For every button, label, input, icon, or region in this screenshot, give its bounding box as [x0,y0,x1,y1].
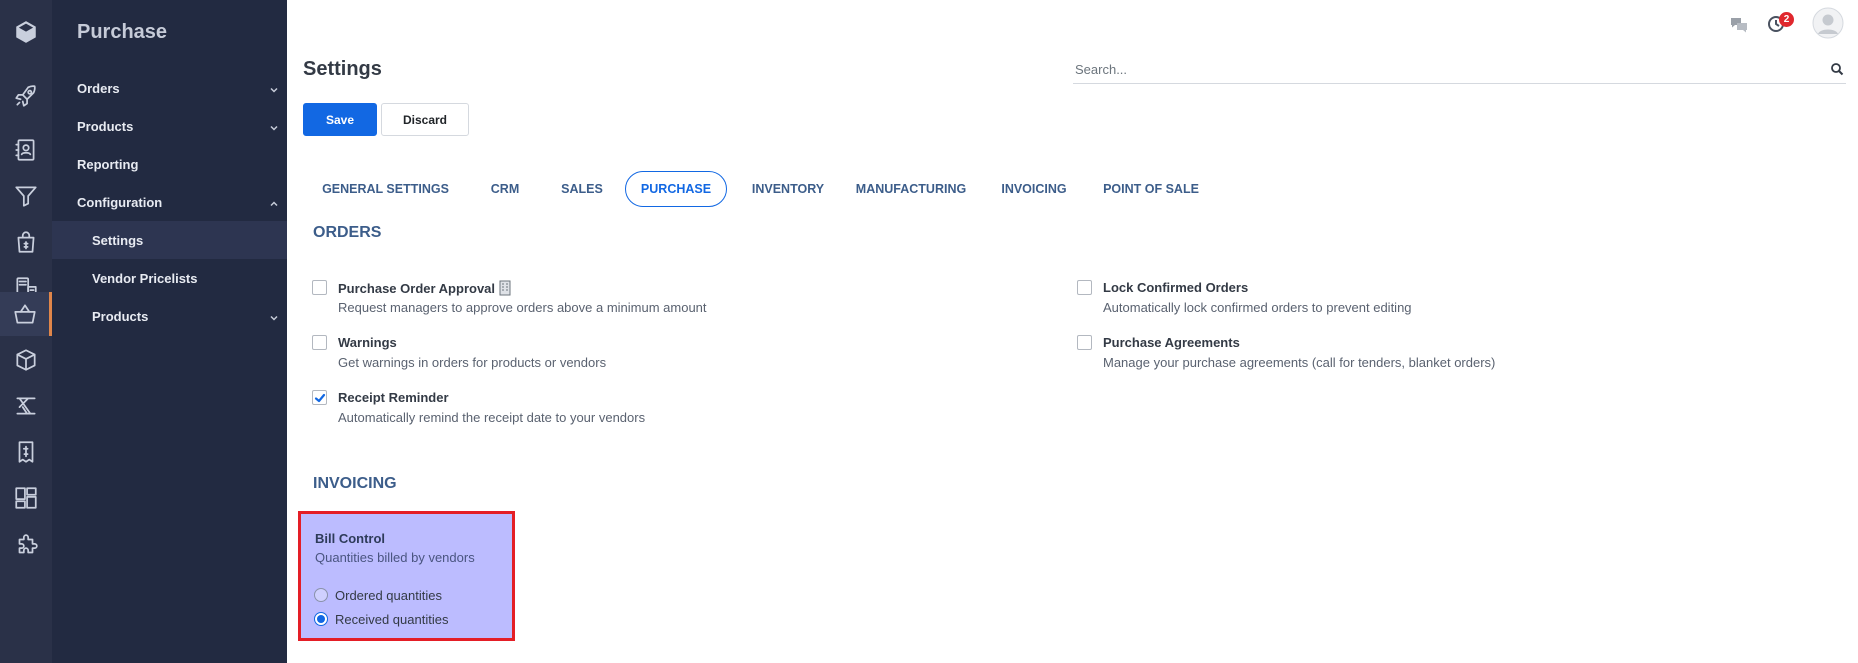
setting-title: Warnings [338,335,397,350]
setting-description: Automatically lock confirmed orders to p… [1103,300,1412,315]
page-title: Settings [303,58,382,80]
box-logo-icon[interactable] [0,10,52,54]
search-bar [1073,57,1846,84]
manufacturing-icon[interactable] [0,384,52,428]
setting-title: Purchase Agreements [1103,335,1240,350]
search-icon[interactable] [1830,62,1844,76]
purchase-agreements-checkbox[interactable] [1077,335,1092,350]
rocket-icon[interactable] [0,74,52,118]
tab-manufacturing[interactable]: MANUFACTURING [851,171,971,207]
ordered-quantities-option[interactable]: Ordered quantities [314,586,442,604]
receipt-reminder-checkbox[interactable] [312,390,327,405]
setting-title: Receipt Reminder [338,390,449,405]
tab-crm[interactable]: CRM [481,171,529,207]
chevron-up-icon [269,197,279,207]
contacts-icon[interactable] [0,128,52,172]
sidebar-item-label: Configuration [77,194,163,210]
invoice-icon[interactable] [0,430,52,474]
sidebar-item-label: Reporting [77,156,139,172]
lock-confirmed-orders-checkbox[interactable] [1077,280,1092,295]
sidebar-item-config-products[interactable]: Products [52,297,287,335]
purchase-order-approval-checkbox[interactable] [312,280,327,295]
chat-icon[interactable] [1729,14,1749,34]
tab-point-of-sale[interactable]: POINT OF SALE [1097,171,1205,207]
received-quantities-option[interactable]: Received quantities [314,610,448,628]
checkmark-icon [314,393,325,402]
chevron-down-icon [269,83,279,93]
sidebar: Purchase Orders Products Reporting Confi… [52,0,287,663]
sidebar-item-vendor-pricelists[interactable]: Vendor Pricelists [52,259,287,297]
setting-title: Purchase Order Approval [338,281,496,296]
sidebar-item-products[interactable]: Products [52,107,287,145]
app-rail [0,0,52,663]
bill-control-title: Bill Control [315,531,386,546]
ordered-quantities-radio[interactable] [314,588,328,602]
tab-invoicing[interactable]: INVOICING [989,171,1079,207]
sidebar-item-configuration[interactable]: Configuration [52,183,287,221]
setting-title: Lock Confirmed Orders [1103,280,1249,295]
warnings-checkbox[interactable] [312,335,327,350]
enterprise-icon [499,280,511,296]
sidebar-item-label: Vendor Pricelists [92,270,198,286]
shopping-bag-icon[interactable] [0,220,52,264]
sidebar-item-reporting[interactable]: Reporting [52,145,287,183]
tab-purchase[interactable]: PURCHASE [625,171,727,207]
discard-button[interactable]: Discard [381,103,469,136]
search-input[interactable] [1073,57,1813,81]
sidebar-item-label: Settings [92,232,144,248]
puzzle-icon[interactable] [0,524,52,568]
bill-control-setting: Bill Control Quantities billed by vendor… [298,511,515,641]
chevron-down-icon [269,311,279,321]
basket-icon[interactable] [0,292,52,336]
chevron-down-icon [269,121,279,131]
tab-general-settings[interactable]: GENERAL SETTINGS [303,171,468,207]
invoicing-section-title: INVOICING [313,475,397,492]
sidebar-item-label: Orders [77,80,120,96]
setting-description: Automatically remind the receipt date to… [338,410,646,425]
orders-section-title: ORDERS [313,224,382,241]
dashboard-icon[interactable] [0,476,52,520]
avatar[interactable] [1812,7,1844,39]
received-quantities-radio[interactable] [314,612,328,626]
package-icon[interactable] [0,338,52,382]
bill-control-description: Quantities billed by vendors [315,550,475,565]
setting-description: Manage your purchase agreements (call fo… [1103,355,1496,370]
tab-inventory[interactable]: INVENTORY [743,171,833,207]
funnel-icon[interactable] [0,174,52,218]
sidebar-item-label: Products [77,118,134,134]
sidebar-item-settings[interactable]: Settings [52,221,287,259]
activity-count-badge: 2 [1779,12,1794,27]
tab-sales[interactable]: SALES [551,171,613,207]
save-button[interactable]: Save [303,103,377,136]
sidebar-item-orders[interactable]: Orders [52,69,287,107]
sidebar-item-label: Products [92,308,149,324]
setting-description: Get warnings in orders for products or v… [338,355,607,370]
radio-label: Received quantities [335,611,449,627]
app-title: Purchase [77,21,168,43]
radio-label: Ordered quantities [335,587,442,603]
setting-description: Request managers to approve orders above… [338,300,707,315]
